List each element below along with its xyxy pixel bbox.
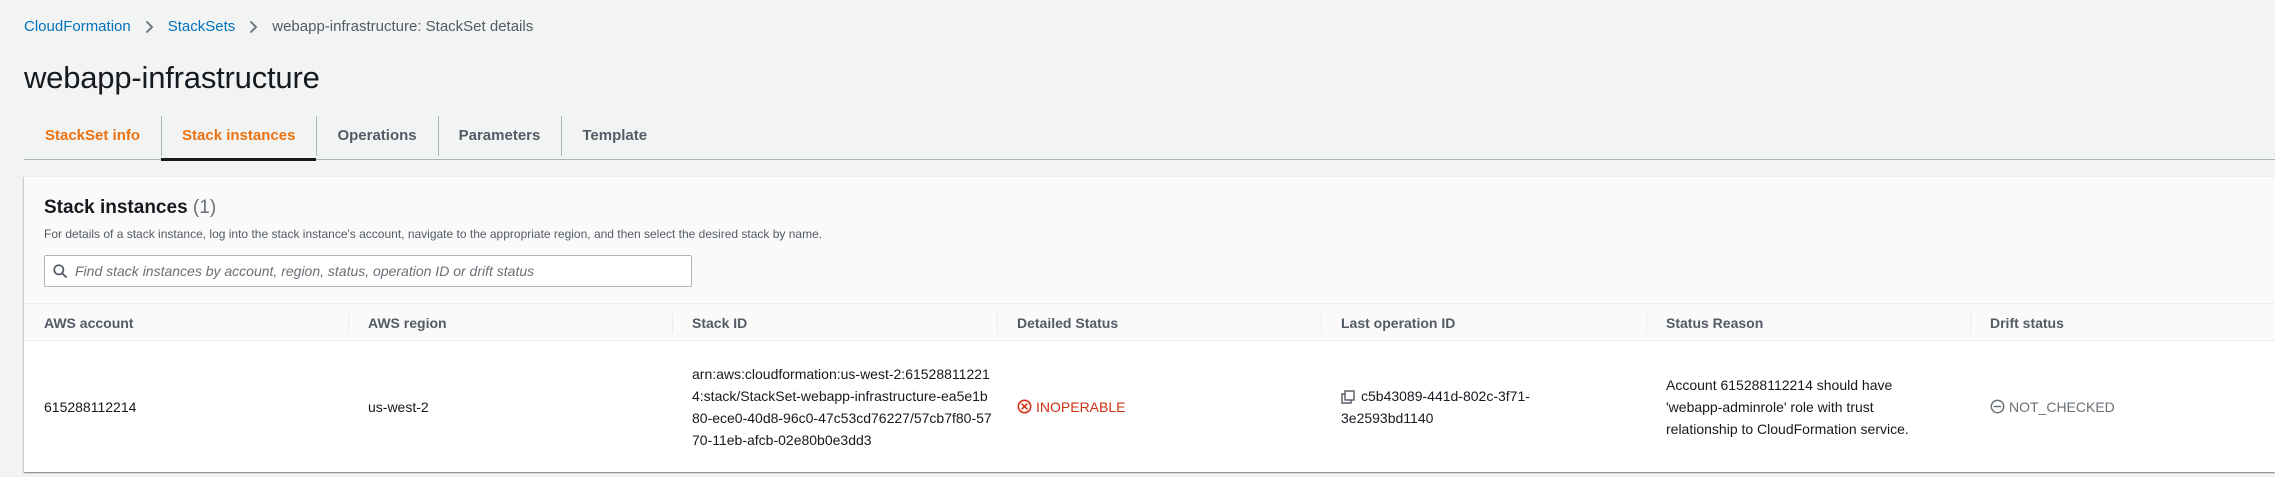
chevron-right-icon bbox=[145, 20, 154, 34]
breadcrumb-cloudformation-link[interactable]: CloudFormation bbox=[24, 18, 131, 35]
status-reason-text: Account 615288112214 should have 'webapp… bbox=[1666, 376, 1909, 437]
chevron-right-icon bbox=[249, 20, 258, 34]
column-header-stack-id[interactable]: Stack ID bbox=[672, 304, 997, 341]
tab-stackset-info[interactable]: StackSet info bbox=[24, 112, 161, 159]
tab-parameters[interactable]: Parameters bbox=[437, 112, 562, 159]
copy-icon[interactable] bbox=[1341, 390, 1355, 404]
panel-title: Stack instances (1) bbox=[44, 197, 822, 219]
column-header-drift-status[interactable]: Drift status bbox=[1970, 304, 2275, 341]
search-input[interactable] bbox=[75, 263, 675, 279]
cell-aws-region: us-west-2 bbox=[368, 398, 429, 415]
error-circle-icon bbox=[1017, 399, 1032, 414]
cell-stack-id: arn:aws:cloudformation:us-west-2:6152881… bbox=[672, 341, 992, 472]
page-title: webapp-infrastructure bbox=[24, 60, 320, 95]
detailed-status-text: INOPERABLE bbox=[1036, 398, 1126, 415]
detailed-status-badge: INOPERABLE bbox=[1017, 396, 1125, 418]
minus-circle-icon bbox=[1990, 399, 2005, 414]
column-header-aws-account[interactable]: AWS account bbox=[24, 304, 348, 341]
search-icon bbox=[53, 264, 67, 278]
column-header-detailed-status[interactable]: Detailed Status bbox=[997, 304, 1321, 341]
last-operation-id: c5b43089-441d-802c-3f71-3e2593bd1140 bbox=[1341, 385, 1531, 429]
cell-drift-status: NOT_CHECKED bbox=[1970, 341, 2115, 472]
last-operation-id-text: c5b43089-441d-802c-3f71-3e2593bd1140 bbox=[1341, 387, 1530, 426]
tab-operations[interactable]: Operations bbox=[316, 112, 437, 159]
tab-template[interactable]: Template bbox=[561, 112, 668, 159]
breadcrumb: CloudFormation StackSets webapp-infrastr… bbox=[24, 18, 533, 35]
table-row: 615288112214 us-west-2 arn:aws:cloudform… bbox=[24, 341, 2275, 472]
drift-status-badge: NOT_CHECKED bbox=[1990, 396, 2115, 418]
column-header-aws-region[interactable]: AWS region bbox=[348, 304, 672, 341]
tab-bar: StackSet info Stack instances Operations… bbox=[24, 112, 2275, 161]
panel-description: For details of a stack instance, log int… bbox=[44, 227, 823, 241]
cell-status-reason: Account 615288112214 should have 'webapp… bbox=[1646, 341, 1936, 472]
panel-count: (1) bbox=[192, 197, 217, 218]
search-field[interactable] bbox=[44, 255, 692, 287]
stack-instances-table: AWS account AWS region Stack ID Detailed… bbox=[24, 303, 2275, 472]
column-header-last-operation-id[interactable]: Last operation ID bbox=[1321, 304, 1646, 341]
stack-id-value: arn:aws:cloudformation:us-west-2:6152881… bbox=[692, 365, 992, 448]
cell-last-operation-id: c5b43089-441d-802c-3f71-3e2593bd1140 bbox=[1321, 341, 1531, 472]
cell-detailed-status: INOPERABLE bbox=[997, 341, 1125, 472]
breadcrumb-current: webapp-infrastructure: StackSet details bbox=[272, 18, 534, 35]
cell-aws-account: 615288112214 bbox=[44, 398, 137, 415]
tab-stack-instances[interactable]: Stack instances bbox=[161, 112, 317, 161]
panel-header: Stack instances (1) For details of a sta… bbox=[44, 197, 822, 241]
table-header: AWS account AWS region Stack ID Detailed… bbox=[24, 303, 2275, 341]
drift-status-text: NOT_CHECKED bbox=[2009, 398, 2115, 415]
breadcrumb-stacksets-link[interactable]: StackSets bbox=[168, 18, 236, 35]
column-header-status-reason[interactable]: Status Reason bbox=[1646, 304, 1970, 341]
stack-instances-panel: Stack instances (1) For details of a sta… bbox=[24, 176, 2275, 472]
panel-title-text: Stack instances bbox=[44, 197, 188, 218]
